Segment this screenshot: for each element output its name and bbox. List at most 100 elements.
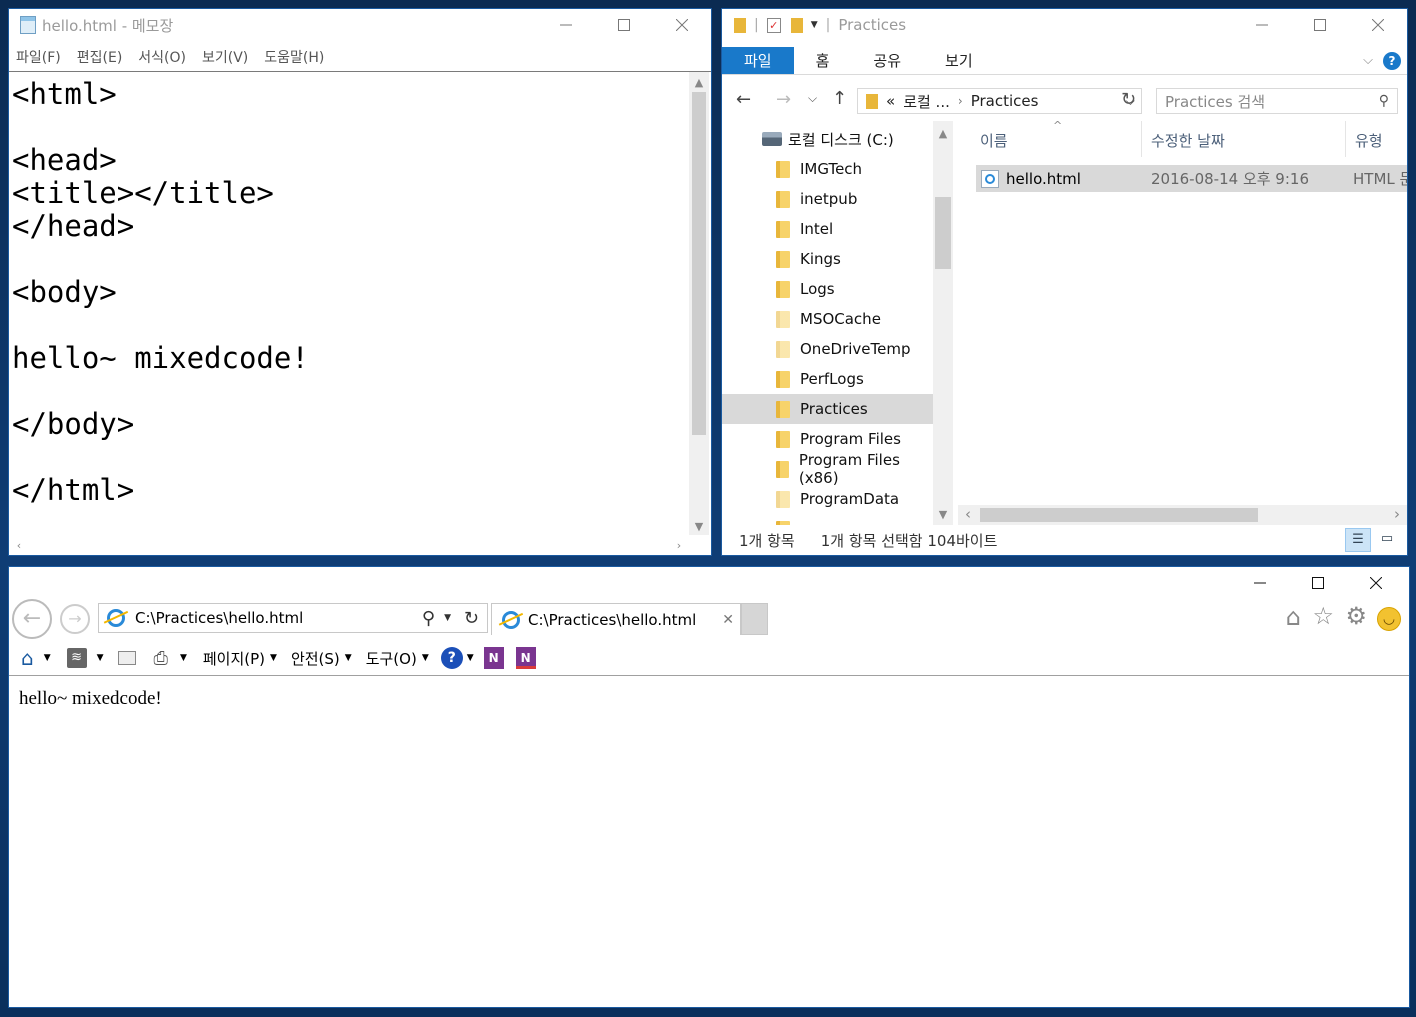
recent-locations-icon[interactable]: ⌵ — [808, 91, 817, 106]
scroll-thumb[interactable] — [935, 197, 951, 269]
close-button[interactable] — [1347, 567, 1405, 599]
feeds-icon[interactable]: ≋ — [66, 648, 87, 668]
help-dropdown-icon[interactable]: ▼ — [467, 653, 474, 663]
new-folder-icon[interactable] — [790, 17, 803, 33]
file-row[interactable]: hello.html 2016-08-14 오후 9:16 HTML 문 — [976, 165, 1407, 192]
details-view-icon[interactable]: ☰ — [1345, 528, 1371, 552]
tree-folder[interactable]: MSOCache — [722, 304, 933, 334]
scroll-thumb[interactable] — [980, 508, 1258, 522]
safety-menu[interactable]: 안전(S) ▼ — [291, 648, 352, 669]
scroll-up-arrow-icon[interactable]: ▲ — [933, 125, 953, 142]
print-icon[interactable]: ⎙ — [154, 648, 168, 669]
minimize-button[interactable] — [537, 9, 595, 41]
menu-format[interactable]: 서식(O) — [138, 47, 186, 71]
tree-folder[interactable]: Program Files (x86) — [722, 451, 933, 487]
address-breadcrumb[interactable]: « 로컬 ... › Practices ⌵ — [857, 88, 1142, 114]
favorites-star-icon[interactable]: ☆ — [1312, 602, 1334, 630]
home-dropdown-icon[interactable]: ▼ — [44, 653, 51, 663]
scroll-right-arrow-icon[interactable]: › — [673, 537, 685, 554]
tree-folder[interactable]: IMGTech — [722, 154, 933, 184]
tree-folder[interactable]: inetpub — [722, 184, 933, 214]
new-tab-button[interactable] — [741, 603, 768, 635]
customize-dropdown-icon[interactable]: ▼ — [811, 20, 818, 30]
menu-view[interactable]: 보기(V) — [202, 47, 248, 71]
tree-folder-selected[interactable]: Practices — [722, 394, 933, 424]
home-icon[interactable]: ⌂ — [21, 646, 34, 670]
search-icon[interactable]: ⚲ — [1379, 93, 1389, 109]
close-button[interactable] — [653, 9, 711, 41]
tab-share[interactable]: 공유 — [851, 47, 923, 74]
scroll-left-arrow-icon[interactable]: ‹ — [962, 506, 974, 523]
close-button[interactable] — [1349, 9, 1407, 41]
tree-folder-partial[interactable] — [722, 514, 933, 525]
search-input[interactable]: Practices 검색 ⚲ — [1156, 88, 1398, 114]
chevron-right-icon[interactable]: › — [958, 94, 963, 108]
page-menu[interactable]: 페이지(P) ▼ — [203, 648, 277, 669]
address-url[interactable]: C:\Practices\hello.html — [135, 609, 303, 627]
notepad-text-area[interactable]: <html> <head> <title></title> </head> <b… — [9, 71, 711, 555]
menu-help[interactable]: 도움말(H) — [264, 47, 324, 71]
notepad-horizontal-scrollbar[interactable]: ‹ › — [9, 535, 689, 555]
tree-folder[interactable]: PerfLogs — [722, 364, 933, 394]
feedback-smiley-icon[interactable]: ◡ — [1377, 607, 1401, 631]
maximize-button[interactable] — [1291, 9, 1349, 41]
back-arrow-icon[interactable]: ← — [12, 599, 52, 639]
column-divider[interactable] — [1345, 121, 1346, 157]
menu-edit[interactable]: 편집(E) — [77, 47, 123, 71]
help-icon[interactable]: ? — [440, 647, 463, 669]
minimize-button[interactable] — [1231, 567, 1289, 599]
breadcrumb-practices[interactable]: Practices — [971, 92, 1039, 110]
tree-folder[interactable]: Logs — [722, 274, 933, 304]
maximize-button[interactable] — [1289, 567, 1347, 599]
tree-folder[interactable]: Intel — [722, 214, 933, 244]
print-dropdown-icon[interactable]: ▼ — [180, 653, 187, 663]
tools-menu[interactable]: 도구(O) ▼ — [366, 648, 429, 669]
settings-gear-icon[interactable]: ⚙ — [1345, 602, 1367, 630]
ie-tab[interactable]: C:\Practices\hello.html ✕ — [491, 603, 741, 635]
column-name[interactable]: 이름 — [980, 130, 1008, 151]
tree-folder[interactable]: Program Files — [722, 424, 933, 454]
scroll-up-arrow-icon[interactable]: ▲ — [689, 74, 709, 91]
breadcrumb-overflow[interactable]: « — [886, 92, 895, 110]
tab-close-icon[interactable]: ✕ — [722, 612, 734, 628]
read-mail-icon[interactable] — [117, 651, 136, 665]
breadcrumb-local-disk[interactable]: 로컬 ... — [903, 91, 950, 112]
scroll-thumb[interactable] — [692, 92, 706, 435]
navigation-pane-scrollbar[interactable]: ▲ ▼ — [933, 121, 953, 525]
tab-home[interactable]: 홈 — [794, 47, 852, 74]
home-icon[interactable]: ⌂ — [1286, 603, 1301, 631]
maximize-button[interactable] — [595, 9, 653, 41]
expand-ribbon-icon[interactable]: ⌵ — [1363, 47, 1373, 74]
scroll-right-arrow-icon[interactable]: › — [1391, 506, 1403, 523]
onenote-send-icon[interactable]: N — [483, 647, 504, 669]
tab-view[interactable]: 보기 — [923, 47, 995, 74]
scroll-down-arrow-icon[interactable]: ▼ — [689, 518, 709, 535]
search-icon[interactable]: ⚲ — [422, 608, 435, 629]
help-icon[interactable]: ? — [1383, 47, 1401, 74]
refresh-icon[interactable]: ↻ — [1121, 89, 1136, 110]
forward-arrow-icon[interactable]: → — [60, 604, 90, 634]
tree-drive-c[interactable]: 로컬 디스크 (C:) — [722, 124, 933, 154]
tree-folder[interactable]: OneDriveTemp — [722, 334, 933, 364]
tab-file[interactable]: 파일 — [722, 47, 794, 74]
tree-folder[interactable]: ProgramData — [722, 484, 933, 514]
properties-icon[interactable]: ✓ — [766, 17, 781, 33]
onenote-linked-notes-icon[interactable]: N — [515, 647, 536, 669]
search-dropdown-icon[interactable]: ▼ — [444, 613, 451, 623]
back-arrow-icon[interactable]: ← — [736, 89, 751, 110]
large-icons-view-icon[interactable]: ▭ — [1375, 528, 1399, 552]
scroll-down-arrow-icon[interactable]: ▼ — [933, 506, 953, 523]
file-list-horizontal-scrollbar[interactable]: ‹ › — [958, 505, 1407, 525]
forward-arrow-icon[interactable]: → — [776, 89, 791, 110]
notepad-content[interactable]: <html> <head> <title></title> </head> <b… — [12, 78, 309, 507]
tree-folder[interactable]: Kings — [722, 244, 933, 274]
scroll-left-arrow-icon[interactable]: ‹ — [13, 537, 25, 554]
column-divider[interactable] — [1141, 121, 1142, 157]
notepad-vertical-scrollbar[interactable]: ▲ ▼ — [689, 72, 709, 535]
column-date[interactable]: 수정한 날짜 — [1151, 130, 1225, 151]
up-arrow-icon[interactable]: ↑ — [832, 88, 847, 109]
minimize-button[interactable] — [1233, 9, 1291, 41]
ie-address-bar[interactable]: C:\Practices\hello.html ⚲ ▼ ↻ — [98, 603, 488, 633]
menu-file[interactable]: 파일(F) — [16, 47, 61, 71]
column-type[interactable]: 유형 — [1355, 130, 1383, 151]
